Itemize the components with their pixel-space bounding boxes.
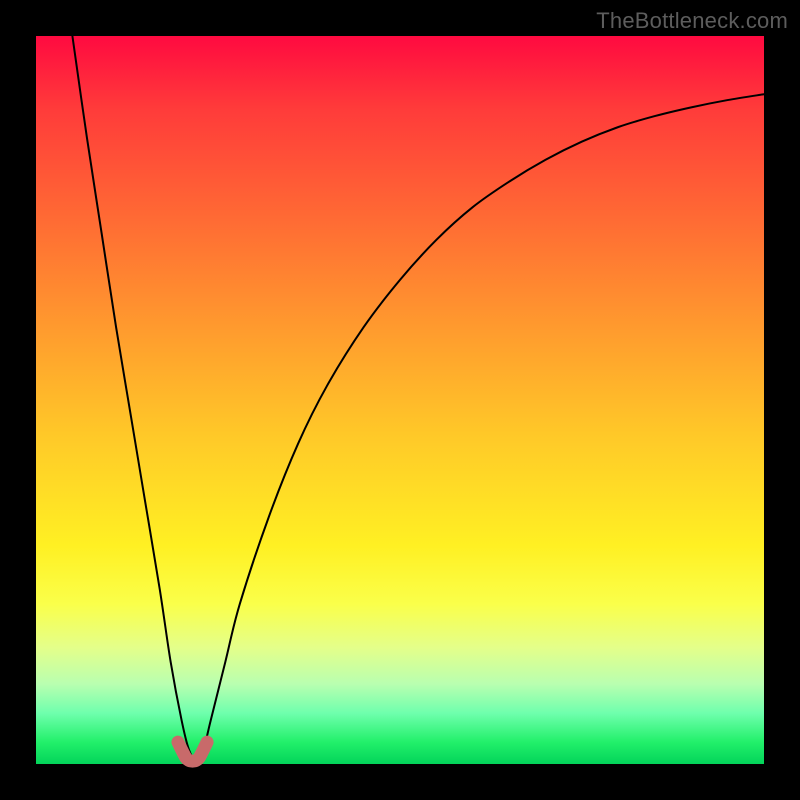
valley-marker bbox=[178, 742, 207, 761]
curve-layer bbox=[36, 36, 764, 764]
chart-frame: TheBottleneck.com bbox=[0, 0, 800, 800]
watermark-text: TheBottleneck.com bbox=[596, 8, 788, 34]
plot-area bbox=[36, 36, 764, 764]
bottleneck-curve bbox=[72, 36, 764, 760]
